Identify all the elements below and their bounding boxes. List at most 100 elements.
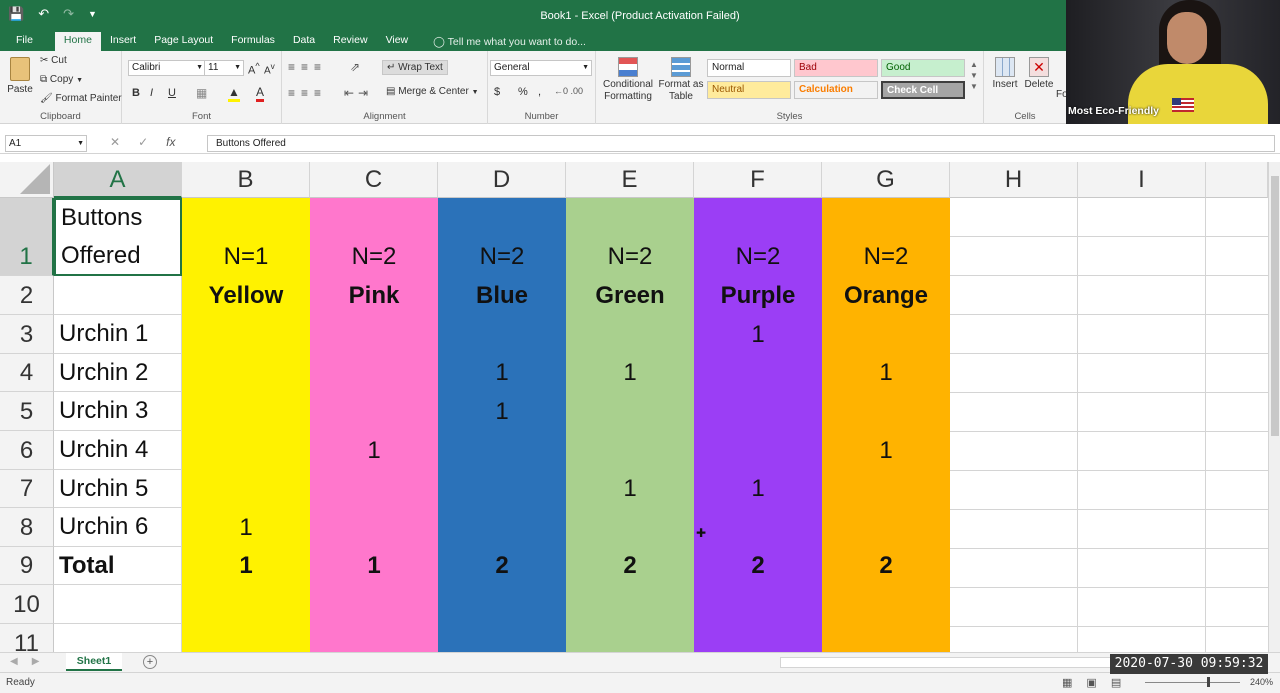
row-header-3[interactable]: 3 [0,315,54,354]
cell-c1[interactable]: N=2 [310,237,438,276]
vertical-scroll-thumb[interactable] [1271,176,1279,436]
format-as-table-button[interactable]: Format as Table [658,57,704,103]
cut-button[interactable]: ✂ Cut [40,55,67,66]
next-sheet-icon[interactable]: ▶ [32,656,40,667]
cell-d1[interactable]: N=2 [438,237,566,276]
decrease-font-button[interactable]: Av [264,61,275,76]
cell-a3[interactable]: Urchin 1 [54,315,182,354]
col-header-h[interactable]: H [950,162,1078,198]
vertical-align-icons[interactable]: ≡≡≡ [288,60,327,74]
col-header-j[interactable] [1206,162,1268,198]
cell-d5[interactable]: 1 [438,392,566,431]
font-color-icon[interactable]: A [256,85,265,102]
cell-d9[interactable]: 2 [438,547,566,585]
row-header-8[interactable]: 8 [0,508,54,547]
merge-center-button[interactable]: ▤ Merge & Center ▼ [386,86,479,97]
cell-f1[interactable]: N=2 [694,237,822,276]
page-layout-view-icon[interactable]: ▣ [1086,676,1096,689]
cell-f3[interactable]: 1 [694,315,822,354]
tab-review[interactable]: Review [324,32,376,51]
style-calculation[interactable]: Calculation [794,81,878,99]
cell-a2[interactable] [54,276,182,315]
col-header-d[interactable]: D [438,162,566,198]
zoom-slider[interactable] [1145,677,1240,687]
cell-c6[interactable]: 1 [310,431,438,470]
row-header-2[interactable]: 2 [0,276,54,315]
cell-a5[interactable]: Urchin 3 [54,392,182,431]
style-neutral[interactable]: Neutral [707,81,791,99]
enter-icon[interactable]: ✓ [138,135,148,149]
tab-file[interactable]: File [0,32,55,51]
cell-e1[interactable]: N=2 [566,237,694,276]
empty-cells-area[interactable] [950,198,1268,652]
formula-input[interactable]: Buttons Offered [207,135,1275,152]
format-painter-button[interactable]: 🖌 Format Painter [40,93,122,104]
copy-button[interactable]: ⧉ Copy ▼ [40,74,83,85]
decimal-icons[interactable]: ←0 .00 [554,86,583,96]
cell-d4[interactable]: 1 [438,354,566,392]
cell-g9[interactable]: 2 [822,547,950,585]
orientation-icon[interactable]: ⇗ [350,60,360,74]
cell-e7[interactable]: 1 [566,470,694,508]
cell-g6[interactable]: 1 [822,431,950,470]
style-check-cell[interactable]: Check Cell [881,81,965,99]
row-header-11[interactable]: 11 [0,624,54,652]
cell-b1[interactable]: N=1 [182,237,310,276]
row-header-10[interactable]: 10 [0,585,54,624]
italic-button[interactable]: I [150,87,153,99]
tell-me-box[interactable]: ◯ Tell me what you want to do... [417,34,586,51]
cell-a11[interactable] [54,624,182,652]
normal-view-icon[interactable]: ▦ [1062,676,1072,689]
row-header-4[interactable]: 4 [0,354,54,392]
cancel-icon[interactable]: ✕ [110,135,120,149]
page-break-view-icon[interactable]: ▤ [1111,676,1121,689]
cell-f9[interactable]: 2 [694,547,822,585]
cell-a10[interactable] [54,585,182,624]
cell-a1[interactable]: Buttons Offered [54,198,182,276]
row-header-7[interactable]: 7 [0,470,54,508]
row-header-5[interactable]: 5 [0,392,54,431]
row-header-6[interactable]: 6 [0,431,54,470]
tab-view[interactable]: View [377,32,418,51]
cell-a9[interactable]: Total [54,547,182,585]
sheet-tab-sheet1[interactable]: Sheet1 [66,653,122,671]
borders-icon[interactable]: ▦ [196,86,207,100]
col-header-e[interactable]: E [566,162,694,198]
indent-icons[interactable]: ⇤⇥ [344,86,372,100]
cell-b2[interactable]: Yellow [182,276,310,315]
styles-scroll-icon[interactable]: ▲ ▼ ▼ [970,59,978,92]
cell-a6[interactable]: Urchin 4 [54,431,182,470]
select-all-corner[interactable] [0,162,54,198]
cell-a4[interactable]: Urchin 2 [54,354,182,392]
cell-f7[interactable]: 1 [694,470,822,508]
col-header-a[interactable]: A [54,162,182,198]
col-header-f[interactable]: F [694,162,822,198]
delete-cells-button[interactable]: ✕ Delete [1022,57,1056,90]
insert-cells-button[interactable]: Insert [988,57,1022,90]
font-size-select[interactable]: 11 ▼ [204,60,244,76]
name-box[interactable]: A1 ▼ [5,135,87,152]
cell-g4[interactable]: 1 [822,354,950,392]
col-header-g[interactable]: G [822,162,950,198]
add-sheet-icon[interactable]: + [143,655,157,669]
cell-g2[interactable]: Orange [822,276,950,315]
underline-button[interactable]: U [168,87,176,99]
zoom-level[interactable]: 240% [1250,677,1273,687]
cell-b8[interactable]: 1 [182,508,310,547]
number-format-select[interactable]: General ▼ [490,60,592,76]
style-bad[interactable]: Bad [794,59,878,77]
cell-a7[interactable]: Urchin 5 [54,470,182,508]
cell-c2[interactable]: Pink [310,276,438,315]
cell-e2[interactable]: Green [566,276,694,315]
cell-d2[interactable]: Blue [438,276,566,315]
cell-f2[interactable]: Purple [694,276,822,315]
tab-insert[interactable]: Insert [101,32,145,51]
tab-page-layout[interactable]: Page Layout [145,32,222,51]
fill-color-icon[interactable]: ▲ [228,85,240,102]
col-header-b[interactable]: B [182,162,310,198]
col-header-c[interactable]: C [310,162,438,198]
cell-a8[interactable]: Urchin 6 [54,508,182,547]
tab-formulas[interactable]: Formulas [222,32,284,51]
cell-c9[interactable]: 1 [310,547,438,585]
wrap-text-button[interactable]: ↵ Wrap Text [382,60,448,75]
